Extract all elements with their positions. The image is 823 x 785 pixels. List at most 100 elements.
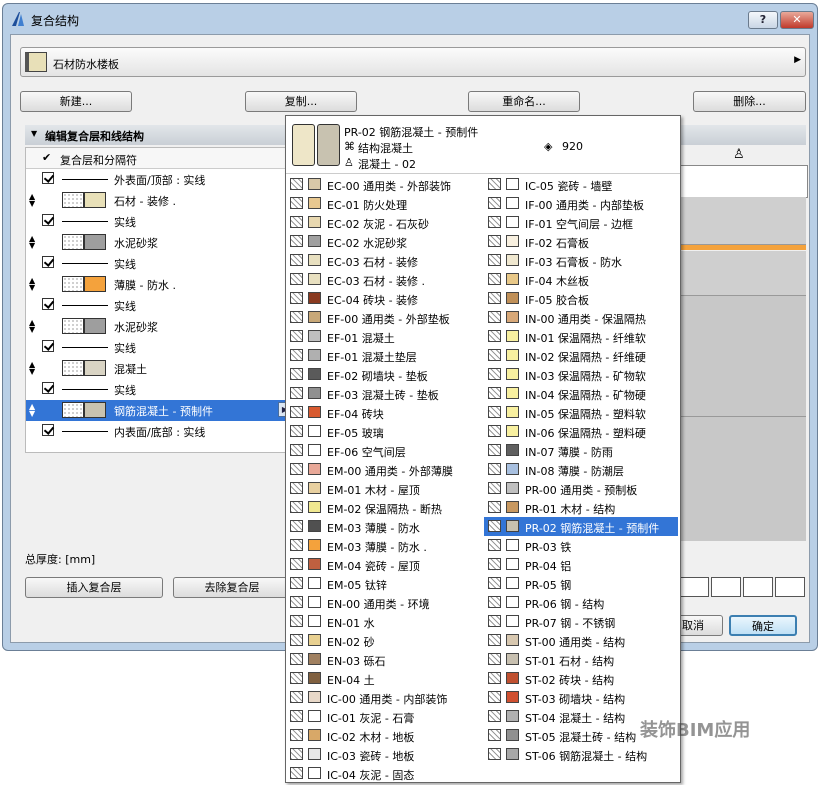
layer-row[interactable]: ▲ ▼ 水泥砂浆 [26,316,292,337]
material-item[interactable]: IN-06 保温隔热 - 塑料硬 [484,422,678,441]
delete-button[interactable]: 删除... [693,91,806,112]
material-item[interactable]: IF-01 空气间层 - 边框 [484,213,678,232]
layer-color-swatch[interactable] [84,192,106,208]
material-item[interactable]: PR-01 木材 - 结构 [484,498,678,517]
material-item[interactable]: IN-05 保温隔热 - 塑料软 [484,403,678,422]
material-item[interactable]: IN-07 薄膜 - 防雨 [484,441,678,460]
material-item[interactable]: EF-03 混凝土砖 - 垫板 [286,384,480,403]
layer-row[interactable]: ▲ ▼ 薄膜 - 防水 . [26,274,292,295]
material-item[interactable]: IC-03 瓷砖 - 地板 [286,745,480,764]
visibility-checkbox[interactable] [42,424,54,436]
visibility-checkbox[interactable] [42,214,54,226]
material-item[interactable]: EC-01 防火处理 [286,194,480,213]
layer-fill-swatch[interactable] [62,234,84,250]
layer-fill-swatch[interactable] [62,360,84,376]
material-item[interactable]: EM-04 瓷砖 - 屋顶 [286,555,480,574]
drag-handle-icon[interactable]: ▲ ▼ [29,361,35,376]
material-item[interactable]: ST-00 通用类 - 结构 [484,631,678,650]
material-item[interactable]: IF-03 石膏板 - 防水 [484,251,678,270]
material-item[interactable]: ST-02 砖块 - 结构 [484,669,678,688]
material-item[interactable]: EF-00 通用类 - 外部垫板 [286,308,480,327]
material-item[interactable]: IC-01 灰泥 - 石膏 [286,707,480,726]
layer-row[interactable]: ▲ ▼ 水泥砂浆 [26,232,292,253]
material-item[interactable]: IN-04 保温隔热 - 矿物硬 [484,384,678,403]
layer-row[interactable]: ▲ ▼ 石材 - 装修 . [26,190,292,211]
separator-row[interactable]: 内表面/底部 : 实线 [26,421,292,442]
material-item[interactable]: PR-05 钢 [484,574,678,593]
material-item[interactable]: EC-04 砖块 - 装修 [286,289,480,308]
material-item[interactable]: IF-04 木丝板 [484,270,678,289]
separator-row[interactable]: 实线 [26,295,292,316]
material-item[interactable]: PR-04 铝 [484,555,678,574]
material-item[interactable]: EN-02 砂 [286,631,480,650]
material-item[interactable]: EM-00 通用类 - 外部薄膜 [286,460,480,479]
skin-end-shape-2-icon[interactable] [711,577,741,597]
help-button[interactable]: ? [748,11,778,29]
layer-fill-swatch[interactable] [62,402,84,418]
layer-row[interactable]: ▲ ▼ 混凝土 [26,358,292,379]
layer-color-swatch[interactable] [84,276,106,292]
material-item[interactable]: PR-07 钢 - 不锈钢 [484,612,678,631]
layer-color-swatch[interactable] [84,318,106,334]
visibility-checkbox[interactable] [42,298,54,310]
material-item[interactable]: IC-05 瓷砖 - 墙壁 [484,175,678,194]
separator-row[interactable]: 实线 [26,211,292,232]
checkmark-icon[interactable]: ✔ [42,151,51,164]
composite-selector[interactable]: 石材防水楼板 ▶ [20,47,806,77]
separator-row[interactable]: 外表面/顶部 : 实线 [26,169,292,190]
separator-row[interactable]: 实线 [26,379,292,400]
material-item[interactable]: IC-00 通用类 - 内部装饰 [286,688,480,707]
remove-layer-button[interactable]: 去除复合层 [173,577,291,598]
material-item[interactable]: EC-03 石材 - 装修 . [286,270,480,289]
drag-handle-icon[interactable]: ▲ ▼ [29,403,35,418]
material-item[interactable]: PR-03 铁 [484,536,678,555]
material-item[interactable]: IN-00 通用类 - 保温隔热 [484,308,678,327]
material-item[interactable]: EC-00 通用类 - 外部装饰 [286,175,480,194]
title-bar[interactable]: 复合结构 ? ✕ [3,4,817,34]
material-item[interactable]: PR-02 钢筋混凝土 - 预制件 [484,517,678,536]
collapse-triangle-icon[interactable]: ▼ [31,129,37,138]
new-button[interactable]: 新建... [20,91,132,112]
material-item[interactable]: EC-03 石材 - 装修 [286,251,480,270]
material-item[interactable]: EM-03 薄膜 - 防水 [286,517,480,536]
material-item[interactable]: EF-01 混凝土垫层 [286,346,480,365]
drag-handle-icon[interactable]: ▲ ▼ [29,319,35,334]
material-item[interactable]: ST-06 钢筋混凝土 - 结构 [484,745,678,764]
material-item[interactable]: EN-01 水 [286,612,480,631]
skin-end-shape-1-icon[interactable] [679,577,709,597]
material-item[interactable]: EF-01 混凝土 [286,327,480,346]
visibility-checkbox[interactable] [42,172,54,184]
material-item[interactable]: IC-02 木材 - 地板 [286,726,480,745]
material-item[interactable]: EF-02 砌墙块 - 垫板 [286,365,480,384]
material-item[interactable]: EN-00 通用类 - 环境 [286,593,480,612]
layer-fill-swatch[interactable] [62,318,84,334]
material-item[interactable]: IF-02 石膏板 [484,232,678,251]
material-item[interactable]: IF-00 通用类 - 内部垫板 [484,194,678,213]
material-item[interactable]: EC-02 灰泥 - 石灰砂 [286,213,480,232]
material-item[interactable]: EM-03 薄膜 - 防水 . [286,536,480,555]
material-item[interactable]: ST-03 砌墙块 - 结构 [484,688,678,707]
copy-button[interactable]: 复制... [245,91,357,112]
material-item[interactable]: EF-05 玻璃 [286,422,480,441]
layer-color-swatch[interactable] [84,402,106,418]
material-item[interactable]: EN-03 砾石 [286,650,480,669]
layer-row[interactable]: ▲▼钢筋混凝土 - 预制件▶ [26,400,292,421]
visibility-checkbox[interactable] [42,382,54,394]
material-item[interactable]: EM-05 钛锌 [286,574,480,593]
material-item[interactable]: EM-02 保温隔热 - 断热 [286,498,480,517]
material-item[interactable]: ST-01 石材 - 结构 [484,650,678,669]
material-item[interactable]: EF-04 砖块 [286,403,480,422]
material-item[interactable]: IF-05 胶合板 [484,289,678,308]
rename-button[interactable]: 重命名... [468,91,580,112]
layer-color-swatch[interactable] [84,234,106,250]
insert-layer-button[interactable]: 插入复合层 [25,577,163,598]
material-item[interactable]: IN-02 保温隔热 - 纤维硬 [484,346,678,365]
material-item[interactable]: EN-04 土 [286,669,480,688]
material-item[interactable]: IN-08 薄膜 - 防潮层 [484,460,678,479]
material-item[interactable]: IC-04 灰泥 - 固态 [286,764,480,783]
material-item[interactable]: IN-03 保温隔热 - 矿物软 [484,365,678,384]
visibility-checkbox[interactable] [42,340,54,352]
layer-fill-swatch[interactable] [62,192,84,208]
visibility-checkbox[interactable] [42,256,54,268]
close-button[interactable]: ✕ [780,11,814,29]
